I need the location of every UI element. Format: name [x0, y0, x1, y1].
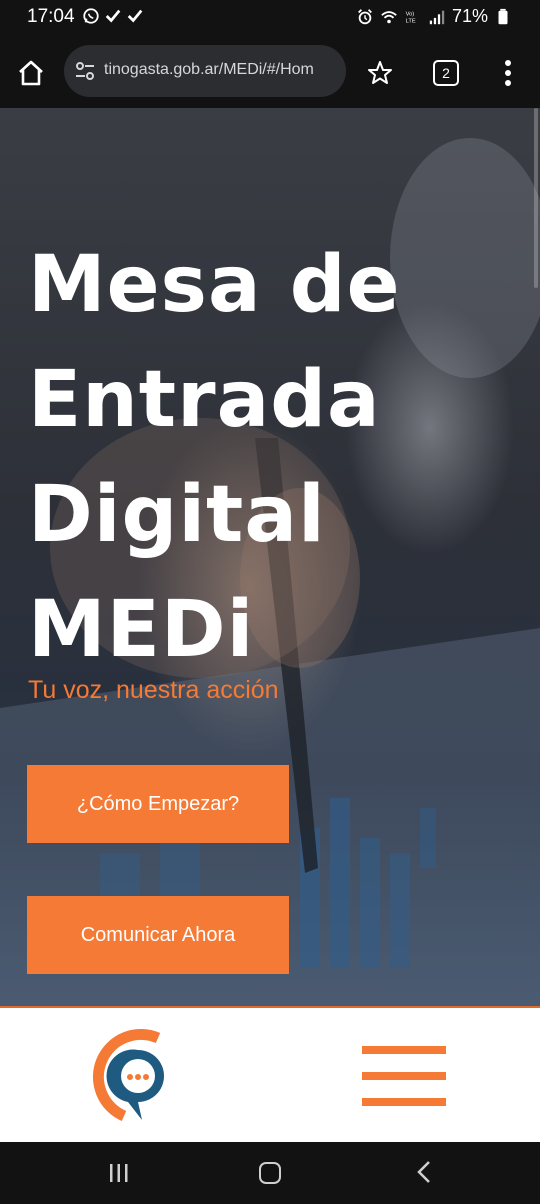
site-settings-icon[interactable]: [74, 60, 96, 82]
back-icon[interactable]: [414, 1160, 434, 1184]
android-navigation-bar: [0, 1142, 540, 1204]
address-bar[interactable]: tinogasta.gob.ar/MEDi/#/Hom: [64, 45, 346, 97]
whatsapp-icon: [83, 8, 99, 24]
status-bar: 17:04 Vo) LTE 71%: [0, 0, 540, 36]
browser-toolbar: tinogasta.gob.ar/MEDi/#/Hom 2: [0, 36, 540, 108]
hamburger-menu-icon[interactable]: [362, 1046, 446, 1108]
page-scrollbar[interactable]: [534, 108, 538, 288]
hero-section: Mesa de Entrada Digital MEDi Tu voz, nue…: [0, 108, 540, 1006]
bookmark-star-icon[interactable]: [367, 60, 393, 86]
hero-title: Mesa de Entrada Digital MEDi: [28, 228, 468, 688]
wifi-icon: [381, 10, 397, 23]
hero-title-line: Entrada: [28, 355, 381, 445]
svg-text:Vo): Vo): [406, 11, 415, 17]
battery-icon: [498, 8, 508, 24]
communicate-now-button[interactable]: Comunicar Ahora: [27, 896, 289, 974]
tabs-button[interactable]: 2: [433, 60, 459, 86]
status-notifications: [82, 7, 144, 25]
hero-title-line: MEDi: [28, 585, 255, 675]
battery-percent: 71%: [451, 6, 488, 26]
recents-icon[interactable]: [108, 1162, 130, 1184]
medi-logo[interactable]: [88, 1028, 180, 1124]
status-system-icons: Vo) LTE 71%: [356, 6, 512, 27]
volte-icon: Vo) LTE: [406, 11, 416, 24]
check-icon: [127, 9, 143, 23]
home-icon[interactable]: [259, 1162, 281, 1184]
how-to-start-button[interactable]: ¿Cómo Empezar?: [27, 765, 289, 843]
alarm-icon: [358, 8, 372, 24]
hero-title-line: Digital: [28, 470, 326, 560]
signal-icon: [429, 10, 445, 24]
svg-text:LTE: LTE: [406, 18, 416, 24]
hero-title-line: Mesa de: [28, 240, 401, 330]
status-time: 17:04: [27, 6, 75, 27]
hero-subtitle: Tu voz, nuestra acción: [28, 676, 279, 704]
url-text[interactable]: tinogasta.gob.ar/MEDi/#/Hom: [104, 61, 342, 79]
check-icon: [105, 9, 121, 23]
site-header-bar: [0, 1006, 540, 1144]
more-vert-icon[interactable]: [500, 59, 516, 87]
home-icon[interactable]: [16, 58, 46, 88]
